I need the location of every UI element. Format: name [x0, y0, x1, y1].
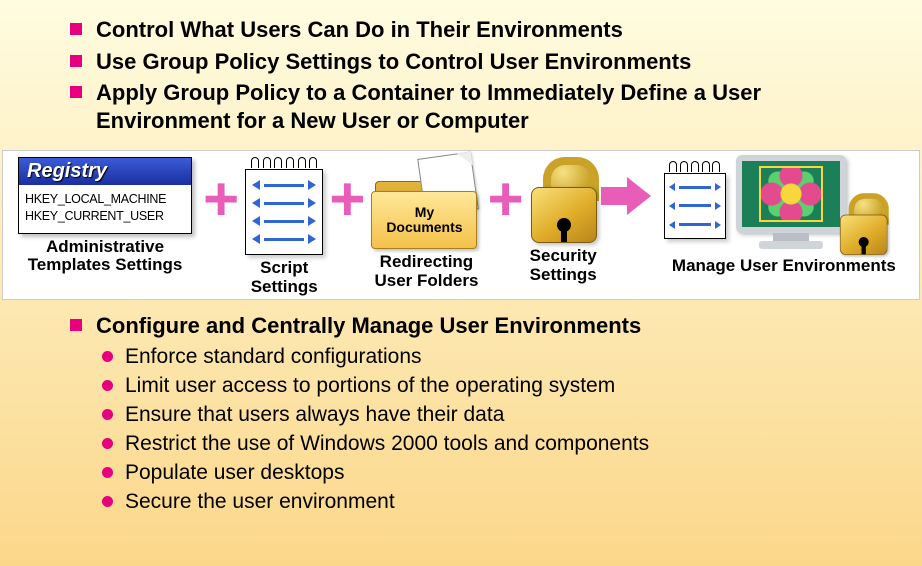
sub-bullet-text: Ensure that users always have their data	[125, 403, 504, 427]
script-block: Script Settings	[245, 157, 323, 296]
heading-text: Configure and Centrally Manage User Envi…	[96, 312, 641, 340]
caption: Script Settings	[251, 259, 318, 296]
sub-bullet-text: Populate user desktops	[125, 461, 344, 485]
registry-key: HKEY_CURRENT_USER	[25, 208, 185, 225]
plus-icon: +	[197, 157, 245, 231]
sub-bullet-text: Enforce standard configurations	[125, 345, 422, 369]
lock-icon	[531, 157, 595, 243]
manage-block: Manage User Environments	[659, 157, 909, 276]
sub-bullet-text: Limit user access to portions of the ope…	[125, 374, 615, 398]
lock-icon	[840, 193, 886, 255]
sub-bullet-text: Restrict the use of Windows 2000 tools a…	[125, 432, 649, 456]
arrow-icon	[597, 157, 659, 215]
monitor-icon	[736, 155, 846, 249]
dot-bullet-icon	[102, 438, 113, 449]
registry-block: Registry HKEY_LOCAL_MACHINE HKEY_CURRENT…	[13, 157, 197, 275]
square-bullet-icon	[70, 55, 82, 67]
dot-bullet-icon	[102, 496, 113, 507]
bullet-item: Use Group Policy Settings to Control Use…	[70, 48, 892, 76]
slide: Control What Users Can Do in Their Envir…	[0, 0, 922, 566]
dot-bullet-icon	[102, 351, 113, 362]
folder-icon: My Documents	[371, 157, 481, 249]
registry-body: HKEY_LOCAL_MACHINE HKEY_CURRENT_USER	[19, 185, 191, 233]
notepad-icon	[664, 161, 726, 239]
folder-block: My Documents Redirecting User Folders	[371, 157, 481, 290]
caption: Security Settings	[530, 247, 597, 284]
spiral-binding-icon	[245, 157, 323, 169]
sub-bullet-list: Enforce standard configurations Limit us…	[102, 345, 892, 514]
dot-bullet-icon	[102, 409, 113, 420]
registry-title: Registry	[19, 158, 191, 185]
sub-bullet-item: Restrict the use of Windows 2000 tools a…	[102, 432, 892, 456]
sub-bullet-item: Populate user desktops	[102, 461, 892, 485]
square-bullet-icon	[70, 319, 82, 331]
folder-label: My Documents	[386, 205, 462, 234]
dot-bullet-icon	[102, 467, 113, 478]
plus-icon: +	[323, 157, 371, 231]
sub-bullet-text: Secure the user environment	[125, 490, 395, 514]
notepad-icon	[245, 157, 323, 255]
bullet-text: Control What Users Can Do in Their Envir…	[96, 16, 623, 44]
dot-bullet-icon	[102, 380, 113, 391]
plus-icon: +	[481, 157, 529, 231]
caption: Redirecting User Folders	[374, 253, 478, 290]
security-block: Security Settings	[530, 157, 597, 284]
bullet-item: Apply Group Policy to a Container to Imm…	[70, 79, 892, 134]
diagram-strip: Registry HKEY_LOCAL_MACHINE HKEY_CURRENT…	[2, 150, 920, 300]
wallpaper-icon	[759, 166, 823, 222]
bullet-item: Configure and Centrally Manage User Envi…	[70, 312, 892, 340]
manage-graphic	[664, 157, 904, 253]
caption: Manage User Environments	[672, 257, 896, 276]
square-bullet-icon	[70, 23, 82, 35]
sub-bullet-item: Ensure that users always have their data	[102, 403, 892, 427]
sub-bullet-item: Limit user access to portions of the ope…	[102, 374, 892, 398]
bullet-text: Apply Group Policy to a Container to Imm…	[96, 79, 892, 134]
bullet-text: Use Group Policy Settings to Control Use…	[96, 48, 691, 76]
caption: Administrative Templates Settings	[28, 238, 183, 275]
registry-window-icon: Registry HKEY_LOCAL_MACHINE HKEY_CURRENT…	[18, 157, 192, 234]
sub-bullet-item: Secure the user environment	[102, 490, 892, 514]
top-bullet-list: Control What Users Can Do in Their Envir…	[70, 16, 892, 134]
square-bullet-icon	[70, 86, 82, 98]
sub-bullet-item: Enforce standard configurations	[102, 345, 892, 369]
bullet-item: Control What Users Can Do in Their Envir…	[70, 16, 892, 44]
bottom-section: Configure and Centrally Manage User Envi…	[30, 308, 892, 519]
registry-key: HKEY_LOCAL_MACHINE	[25, 191, 185, 208]
